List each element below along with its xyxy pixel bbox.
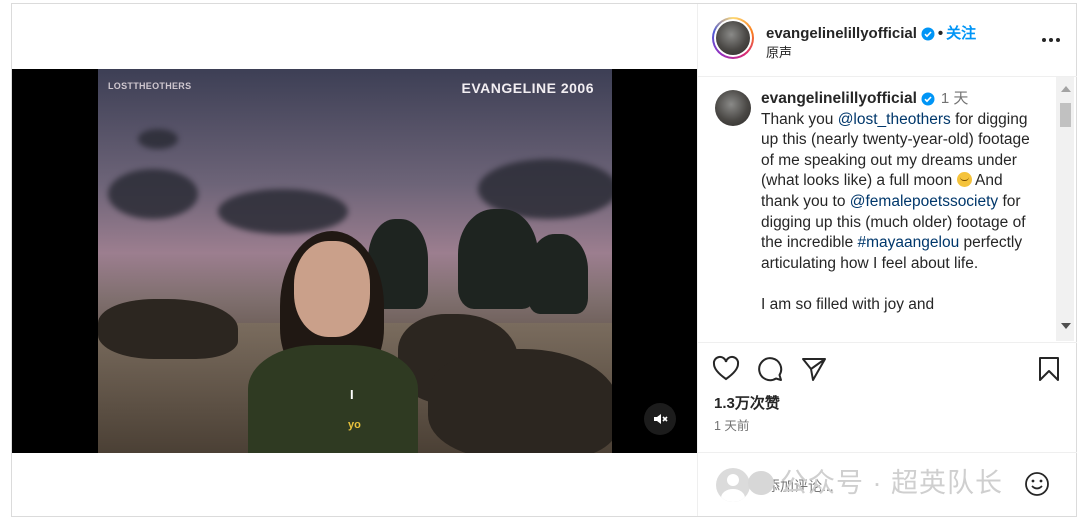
action-bar	[698, 342, 1077, 387]
follow-button[interactable]: 关注	[946, 25, 976, 42]
caption-scroll-area[interactable]: evangelinelillyofficial 1 天 Thank you @lo…	[698, 77, 1077, 341]
avatar[interactable]	[712, 17, 754, 59]
video-subtitle-line2: yo	[348, 419, 361, 431]
add-comment-bar: 公众号 · 超英队长	[698, 452, 1077, 517]
caption-body: evangelinelillyofficial 1 天 Thank you @lo…	[761, 89, 1039, 316]
tree-shape	[458, 209, 538, 309]
video-subtitle-line1: I	[350, 387, 354, 402]
cloud-shape	[108, 169, 198, 219]
caption-avatar[interactable]	[715, 90, 751, 126]
caption-scrollbar[interactable]	[1056, 77, 1074, 341]
video-watermark-right: EVANGELINE 2006	[461, 80, 594, 96]
header-separator: •	[937, 25, 944, 42]
scroll-down-arrow-icon[interactable]	[1061, 323, 1071, 329]
video-watermark-left: LOSTTHEOTHERS	[108, 81, 192, 91]
share-icon[interactable]	[800, 355, 828, 383]
wechat-icon	[748, 471, 774, 495]
media-area: LOSTTHEOTHERS EVANGELINE 2006 I yo	[12, 4, 697, 516]
current-user-avatar	[716, 468, 750, 502]
smile-emoji-icon	[956, 172, 972, 188]
cloud-shape	[218, 189, 348, 234]
post-date: 1 天前	[714, 419, 750, 433]
header-username[interactable]: evangelinelillyofficial	[766, 25, 917, 42]
avatar-image	[716, 21, 750, 55]
scrollbar-thumb[interactable]	[1060, 103, 1071, 127]
video-frame: LOSTTHEOTHERS EVANGELINE 2006 I yo	[98, 69, 612, 453]
overlay-watermark: 公众号 · 超英队长	[748, 461, 1003, 500]
audio-label[interactable]: 原声	[766, 42, 792, 61]
post-side-panel: evangelinelillyofficial • 关注 原声 evangeline…	[697, 4, 1077, 516]
post-card: LOSTTHEOTHERS EVANGELINE 2006 I yo evang…	[11, 3, 1077, 517]
comment-icon[interactable]	[756, 355, 784, 383]
tree-shape	[528, 234, 588, 314]
more-options-icon[interactable]	[1039, 30, 1063, 50]
caption-paragraph: I am so filled with joy and	[761, 295, 935, 313]
verified-badge-icon	[921, 92, 935, 106]
rock-shape	[98, 299, 238, 359]
mention-link[interactable]: @lost_theothers	[838, 111, 951, 128]
hashtag-link[interactable]: #mayaangelou	[858, 234, 960, 251]
mute-button[interactable]	[644, 403, 676, 435]
like-count[interactable]: 1.3万次赞	[714, 392, 780, 413]
rock-shape	[428, 349, 612, 453]
heart-icon[interactable]	[712, 355, 740, 383]
verified-badge-icon	[921, 27, 935, 41]
scroll-up-arrow-icon[interactable]	[1061, 86, 1071, 92]
caption-username[interactable]: evangelinelillyofficial	[761, 90, 917, 107]
mute-icon	[654, 414, 668, 424]
emoji-icon[interactable]	[1024, 471, 1050, 497]
mention-link[interactable]: @femalepoetssociety	[850, 193, 998, 210]
post-header: evangelinelillyofficial • 关注 原声	[698, 4, 1077, 77]
overlay-watermark-text: 公众号 · 超英队长	[780, 468, 1003, 498]
bookmark-icon[interactable]	[1035, 355, 1063, 383]
video-player[interactable]: LOSTTHEOTHERS EVANGELINE 2006 I yo	[12, 69, 697, 453]
caption-text: Thank you	[761, 110, 838, 128]
cloud-shape	[138, 129, 178, 149]
person-face	[294, 241, 370, 337]
header-user-line: evangelinelillyofficial • 关注	[766, 22, 976, 43]
caption-time: 1 天	[940, 90, 969, 107]
person-body	[248, 345, 418, 453]
